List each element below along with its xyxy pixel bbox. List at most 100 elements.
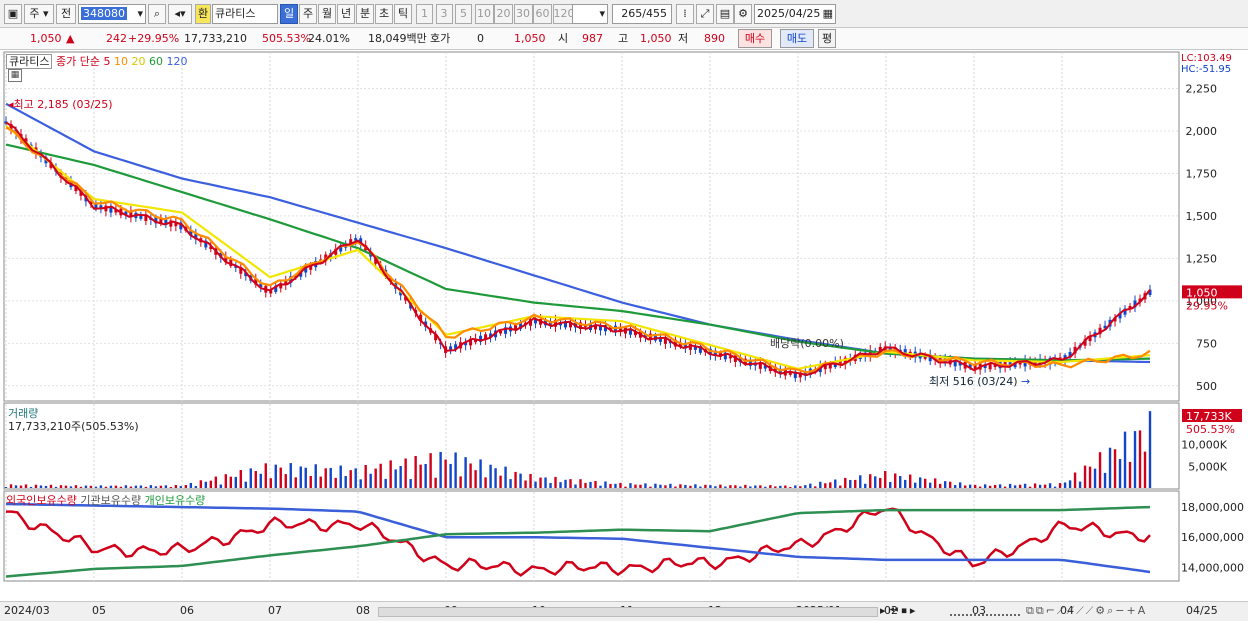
calendar-icon[interactable]: ▦ bbox=[823, 5, 833, 23]
up-arrow-icon: ▲ bbox=[66, 32, 75, 45]
volume-bar bbox=[933, 478, 937, 488]
volume-bar bbox=[1048, 483, 1052, 488]
volume-bar bbox=[1003, 486, 1007, 488]
volume-bar bbox=[774, 486, 777, 488]
x-tick-label: 06 bbox=[180, 604, 194, 617]
volume-bar bbox=[324, 468, 327, 488]
period-tab-4[interactable]: 분 bbox=[356, 4, 374, 24]
sell-button[interactable]: 매도 bbox=[780, 29, 814, 48]
period-tab-0[interactable]: 일 bbox=[280, 4, 298, 24]
zoom-icon[interactable]: ⤢ bbox=[696, 4, 714, 24]
volume-bar bbox=[654, 483, 657, 488]
volume-pct: 505.53% bbox=[262, 32, 311, 45]
volume-bar bbox=[734, 485, 737, 488]
volume-bar bbox=[689, 485, 692, 488]
volume-bar bbox=[214, 476, 218, 488]
x-tick-label: 05 bbox=[92, 604, 106, 617]
minute-tab-30[interactable]: 30 bbox=[513, 4, 533, 24]
volume-bar bbox=[759, 485, 762, 488]
volume-bar bbox=[354, 468, 357, 488]
high-annotation-text: 최고 2,185 (03/25) bbox=[13, 98, 113, 111]
volume-bar bbox=[309, 476, 312, 488]
buy-button[interactable]: 매수 bbox=[738, 29, 772, 48]
interval-select[interactable]: ▾ bbox=[572, 4, 608, 24]
date-input[interactable]: 2025/04/25 ▦ bbox=[754, 4, 836, 24]
prev-button[interactable]: 전 bbox=[56, 4, 76, 24]
minute-tab-10[interactable]: 10 bbox=[474, 4, 494, 24]
volume-bar bbox=[179, 486, 183, 488]
sound-icon[interactable]: ◂▾ bbox=[168, 4, 192, 24]
count-display[interactable]: 265/455 bbox=[612, 4, 672, 24]
legend-stock-name[interactable]: 큐라티스 bbox=[6, 54, 53, 69]
volume-bar bbox=[74, 485, 78, 488]
volume-bar bbox=[799, 486, 802, 488]
volume-bar bbox=[963, 485, 967, 488]
low-label: 저 bbox=[678, 32, 689, 45]
volume-bar bbox=[234, 476, 237, 488]
volume-bar bbox=[1063, 482, 1067, 488]
volume-bar bbox=[624, 486, 627, 488]
drawing-tools-icon[interactable]: ⧉⧉⌐⟋⟋⟋⟋⚙⌕−+A bbox=[1026, 604, 1147, 618]
price-tag-text: 1,050 bbox=[1186, 286, 1218, 299]
period-tab-1[interactable]: 주 bbox=[299, 4, 317, 24]
volume-bar bbox=[249, 468, 252, 488]
grid-icon[interactable]: ⁞ bbox=[676, 4, 694, 24]
volume-bar bbox=[574, 484, 577, 488]
avg-button[interactable]: 평 bbox=[818, 29, 836, 48]
low-annotation-text: 최저 516 (03/24) bbox=[929, 375, 1018, 388]
volume-bar bbox=[124, 485, 128, 488]
volume-bar bbox=[1113, 449, 1117, 488]
price-ytick: 500 bbox=[1196, 380, 1217, 393]
volume-bar bbox=[384, 478, 387, 488]
search-icon[interactable]: ⌕ bbox=[148, 4, 166, 24]
volume-bar bbox=[1053, 486, 1057, 488]
volume-value: 17,733,210 bbox=[184, 32, 247, 45]
period-tab-2[interactable]: 월 bbox=[318, 4, 336, 24]
playback-controls-icon[interactable]: ▸⏮⏹▸ bbox=[880, 604, 918, 618]
volume-bar bbox=[399, 466, 402, 488]
minute-tab-60[interactable]: 60 bbox=[533, 4, 552, 24]
minute-tab-1[interactable]: 1 bbox=[416, 4, 433, 24]
volume-bar bbox=[694, 484, 697, 488]
chart-canvas[interactable]: 2,2502,0001,7501,5001,2501,00075050010,0… bbox=[0, 50, 1248, 602]
interval-dropdown-icon: ▾ bbox=[599, 7, 605, 20]
volume-bar bbox=[634, 484, 637, 488]
window-menu-icon[interactable]: ▣ bbox=[4, 4, 22, 24]
price-change: 242 bbox=[106, 32, 127, 45]
volume-bar bbox=[769, 485, 772, 488]
market-select[interactable]: 주 ▾ bbox=[24, 4, 54, 24]
volume-bar bbox=[1123, 431, 1127, 488]
volume-bar bbox=[669, 483, 672, 488]
stock-code-input[interactable]: 348080 ▾ bbox=[78, 4, 146, 24]
volume-bar bbox=[1098, 452, 1102, 488]
volume-bar bbox=[794, 485, 797, 488]
period-tab-6[interactable]: 틱 bbox=[394, 4, 412, 24]
chart-area[interactable]: 2,250 2,000 1,750 1,500 1,250 1,000 750 500 10,0… bbox=[0, 50, 1248, 602]
y-axis-labels: 2,2502,0001,7501,5001,2501,00075050010,0… bbox=[1181, 82, 1244, 574]
dropdown-arrow-icon[interactable]: ▾ bbox=[137, 5, 143, 23]
volume-bar bbox=[1023, 483, 1027, 488]
volume-bar bbox=[1083, 465, 1087, 488]
table-view-icon[interactable]: ▦ bbox=[8, 69, 22, 82]
minute-tab-5[interactable]: 5 bbox=[455, 4, 472, 24]
period-tab-5[interactable]: 초 bbox=[375, 4, 393, 24]
volume-bar bbox=[549, 483, 552, 488]
period-tab-3[interactable]: 년 bbox=[337, 4, 355, 24]
save-icon[interactable]: ▤ bbox=[716, 4, 734, 24]
minute-tab-20[interactable]: 20 bbox=[494, 4, 513, 24]
volume-bar bbox=[494, 468, 497, 488]
stock-name-field[interactable]: 큐라티스 bbox=[212, 4, 278, 24]
volume-bar bbox=[289, 463, 292, 488]
volume-bar bbox=[824, 483, 827, 488]
volume-bar bbox=[943, 481, 947, 488]
zoom-slider[interactable] bbox=[950, 606, 1020, 616]
volume-bar bbox=[1118, 459, 1122, 488]
volume-bar bbox=[814, 486, 817, 488]
price-ytick: 750 bbox=[1196, 337, 1217, 350]
volume-bar bbox=[154, 486, 158, 488]
volume-bar bbox=[209, 480, 213, 488]
settings-gear-icon[interactable]: ⚙ bbox=[734, 4, 752, 24]
scrollbar-track[interactable] bbox=[378, 607, 878, 617]
minute-tab-3[interactable]: 3 bbox=[435, 4, 453, 24]
volume-bar bbox=[1138, 430, 1142, 488]
